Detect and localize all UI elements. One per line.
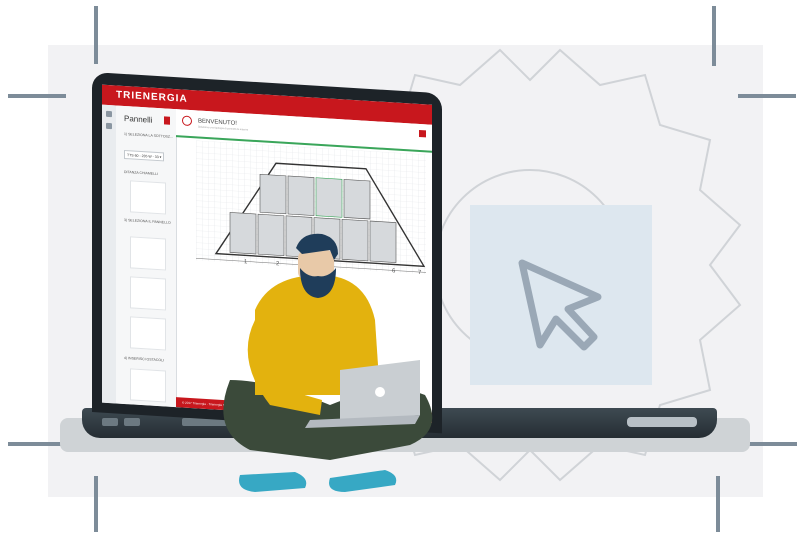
step-label: 4) INSERISCI OSTACOLI (124, 355, 164, 363)
nav-rail (102, 104, 116, 404)
step-label: 3) SELEZIONA IL PANNELLO (124, 217, 171, 225)
trash-icon[interactable] (164, 116, 170, 125)
panel-tile[interactable] (130, 276, 166, 311)
step-label: DITANZA CHIAMELLI (124, 169, 158, 177)
brand-logo: TRIENERGIA (116, 89, 188, 105)
panel-tile[interactable] (130, 316, 166, 351)
person-illustration (223, 233, 433, 492)
sidebar: Pannelli 1) SELEZIONA LA SOTTOSZ... TTS … (116, 105, 177, 408)
corner-tick (8, 94, 66, 98)
welcome-subtitle: Seleziona una tipologia di pannelli da i… (198, 125, 249, 132)
corner-tick (94, 6, 98, 64)
obstacle-tile[interactable] (130, 368, 166, 403)
rotate-tile[interactable] (130, 180, 166, 215)
panel-tile[interactable] (130, 236, 166, 271)
corner-tick (716, 476, 720, 532)
step-label: 1) SELEZIONA LA SOTTOSZ... (124, 131, 173, 139)
corner-tick (712, 6, 716, 66)
info-icon (182, 115, 192, 127)
corner-tick (738, 94, 796, 98)
menu-button[interactable] (419, 130, 426, 138)
home-icon[interactable] (106, 110, 112, 118)
cursor-window (470, 205, 652, 385)
sidebar-title: Pannelli (124, 113, 153, 125)
panel-type-select[interactable]: TTS 60 - 235 W - 33 ▾ (124, 149, 164, 162)
corner-tick (744, 442, 797, 446)
mouse-pointer-icon (518, 259, 602, 351)
grid-icon[interactable] (106, 122, 112, 130)
corner-tick (94, 476, 98, 532)
